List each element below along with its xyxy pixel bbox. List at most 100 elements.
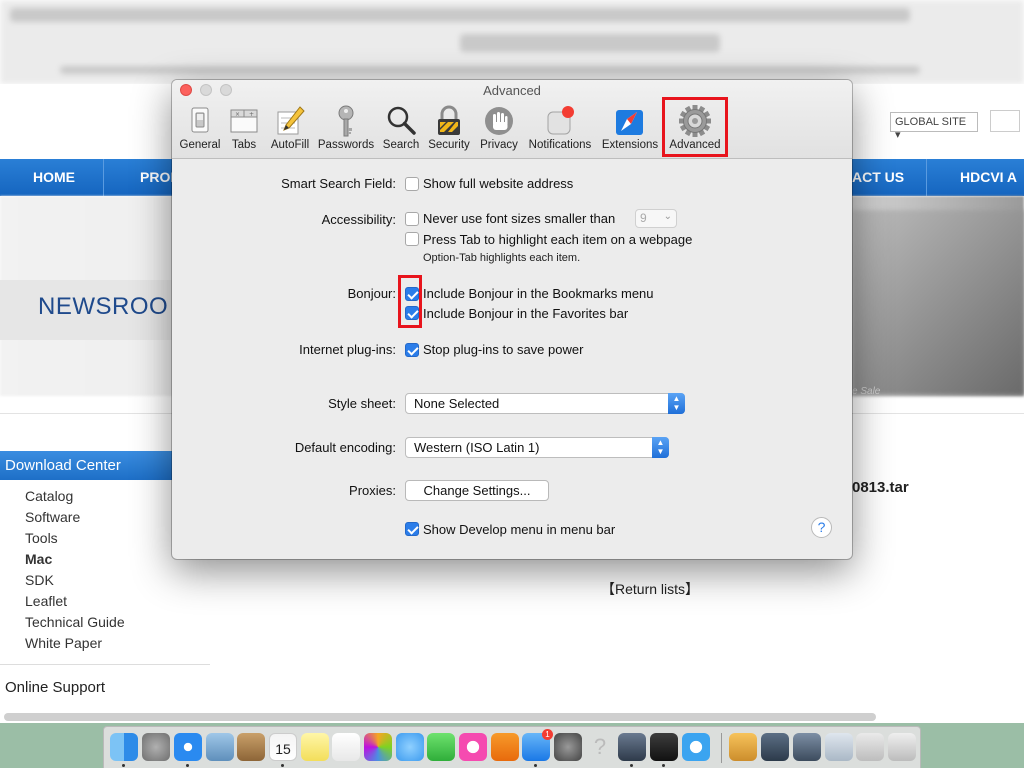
itunes-icon[interactable] [459, 733, 487, 761]
bonjour-highlight-box [398, 275, 422, 328]
show-develop-menu-checkbox[interactable] [405, 522, 419, 536]
calendar-day: 15 [275, 741, 291, 757]
dock: 15 1? [103, 726, 921, 768]
style-sheet-popup[interactable]: None Selected ▲ ▼ [405, 393, 685, 414]
tab-security[interactable]: Security [426, 102, 472, 154]
preview-icon[interactable] [206, 733, 234, 761]
photos-icon[interactable] [364, 733, 392, 761]
system-preferences-icon[interactable] [554, 733, 582, 761]
app-store-icon[interactable]: 1 [522, 729, 553, 761]
encoding-popup[interactable]: Western (ISO Latin 1) ▲ ▼ [405, 437, 669, 458]
bonjour-favorites-label[interactable]: Include Bonjour in the Favorites bar [423, 306, 628, 321]
download-file-name[interactable]: 0813.tar [852, 479, 909, 496]
wifi-icon[interactable] [682, 733, 710, 761]
chevron-down-icon: ⌄ [663, 211, 672, 222]
sidebar-links: Catalog Software Tools Mac SDK Leaflet T… [25, 486, 125, 654]
key-icon [338, 105, 354, 137]
nav-home[interactable]: HOME [33, 159, 75, 196]
popup-stepper-icon: ▲ ▼ [652, 437, 669, 458]
window-title: Advanced [483, 83, 541, 98]
bonjour-bookmarks-label[interactable]: Include Bonjour in the Bookmarks menu [423, 286, 654, 301]
change-settings-button[interactable]: Change Settings... [405, 480, 549, 501]
tab-passwords[interactable]: Passwords [316, 102, 376, 154]
sidebar-link-sdk[interactable]: SDK [25, 570, 125, 591]
tab-notifications[interactable]: Notifications [524, 102, 596, 154]
encoding-label: Default encoding: [294, 440, 396, 455]
min-font-size-checkbox[interactable] [405, 212, 419, 226]
sidebar-link-leaflet[interactable]: Leaflet [25, 591, 125, 612]
accessibility-label: Accessibility: [321, 212, 396, 227]
sidebar-link-tools[interactable]: Tools [25, 528, 125, 549]
tab-tabs[interactable]: × + Tabs [224, 102, 264, 154]
stop-plugins-label[interactable]: Stop plug-ins to save power [423, 342, 583, 357]
hand-icon [485, 107, 513, 135]
calendar-icon[interactable]: 15 [269, 733, 297, 761]
tab-autofill[interactable]: AutoFill [266, 102, 314, 154]
finder-icon[interactable] [110, 733, 138, 761]
sidebar-link-catalog[interactable]: Catalog [25, 486, 125, 507]
plugins-label: Internet plug-ins: [299, 342, 396, 357]
sidebar-link-software[interactable]: Software [25, 507, 125, 528]
bonjour-label: Bonjour: [347, 286, 396, 301]
global-site-select[interactable]: GLOBAL SITE ▾ [890, 112, 978, 141]
svg-text:×: × [235, 111, 240, 118]
running-indicator [534, 764, 537, 767]
scanner-icon[interactable] [825, 733, 853, 761]
facetime-icon[interactable] [427, 733, 455, 761]
ibooks-icon[interactable] [491, 733, 519, 761]
messages-icon[interactable] [396, 733, 424, 761]
tab-extensions[interactable]: Extensions [600, 102, 660, 154]
nav-contact-us[interactable]: ACT US [852, 159, 904, 196]
trash-icon[interactable] [888, 733, 916, 761]
tab-highlight-checkbox[interactable] [405, 232, 419, 246]
running-indicator [186, 764, 189, 767]
notes-icon[interactable] [301, 733, 329, 761]
show-full-address-checkbox[interactable] [405, 177, 419, 191]
tab-general[interactable]: General [178, 102, 222, 154]
package-icon[interactable] [729, 733, 757, 761]
proxies-label: Proxies: [349, 483, 396, 498]
contacts-icon[interactable] [237, 733, 265, 761]
return-lists-link[interactable]: 【Return lists】 [601, 579, 699, 599]
horizontal-scrollbar[interactable] [4, 713, 876, 721]
tabs-icon: × + [230, 109, 258, 133]
magnifier-icon [387, 106, 416, 135]
sidebar-link-white-paper[interactable]: White Paper [25, 633, 125, 654]
newsroom-title: NEWSROO [38, 293, 169, 320]
tab-privacy[interactable]: Privacy [476, 102, 522, 154]
smart-search-label: Smart Search Field: [281, 176, 396, 191]
reminders-icon[interactable] [332, 733, 360, 761]
sidebar-link-technical-guide[interactable]: Technical Guide [25, 612, 125, 633]
stop-plugins-checkbox[interactable] [405, 343, 419, 357]
style-sheet-label: Style sheet: [328, 396, 396, 411]
displays-icon[interactable] [761, 733, 789, 761]
help-icon[interactable]: ? [586, 733, 614, 761]
site-search-box[interactable] [990, 110, 1020, 132]
blurred-browser-toolbar [0, 0, 1024, 84]
terminal-icon[interactable] [650, 733, 678, 761]
safari-icon[interactable] [174, 733, 202, 761]
show-develop-menu-label[interactable]: Show Develop menu in menu bar [423, 522, 615, 537]
show-full-address-label[interactable]: Show full website address [423, 176, 573, 191]
running-indicator [662, 764, 665, 767]
min-font-size-label[interactable]: Never use font sizes smaller than [423, 211, 615, 226]
network-icon[interactable] [856, 733, 884, 761]
nav-hdcvi[interactable]: HDCVI A [960, 159, 1017, 196]
help-button[interactable]: ? [811, 517, 832, 538]
running-indicator [281, 764, 284, 767]
quicktime-icon[interactable] [618, 733, 646, 761]
padlock-icon [438, 105, 460, 135]
download-center-heading[interactable]: Download Center [0, 451, 172, 480]
tab-highlight-hint: Option-Tab highlights each item. [423, 252, 581, 264]
preferences-window: Advanced General × + Tabs AutoFill Passw… [172, 80, 852, 559]
tab-highlight-label[interactable]: Press Tab to highlight each item on a we… [423, 232, 692, 247]
online-support-link[interactable]: Online Support [5, 679, 105, 696]
launchpad-icon[interactable] [142, 733, 170, 761]
compass-puzzle-icon [616, 110, 643, 135]
hero-image [852, 210, 1024, 395]
popup-stepper-icon: ▲ ▼ [668, 393, 685, 414]
screen-sharing-icon[interactable] [793, 733, 821, 761]
min-font-size-select[interactable]: 9 ⌄ [635, 209, 677, 228]
tab-search[interactable]: Search [378, 102, 424, 154]
sidebar-link-mac[interactable]: Mac [25, 549, 125, 570]
